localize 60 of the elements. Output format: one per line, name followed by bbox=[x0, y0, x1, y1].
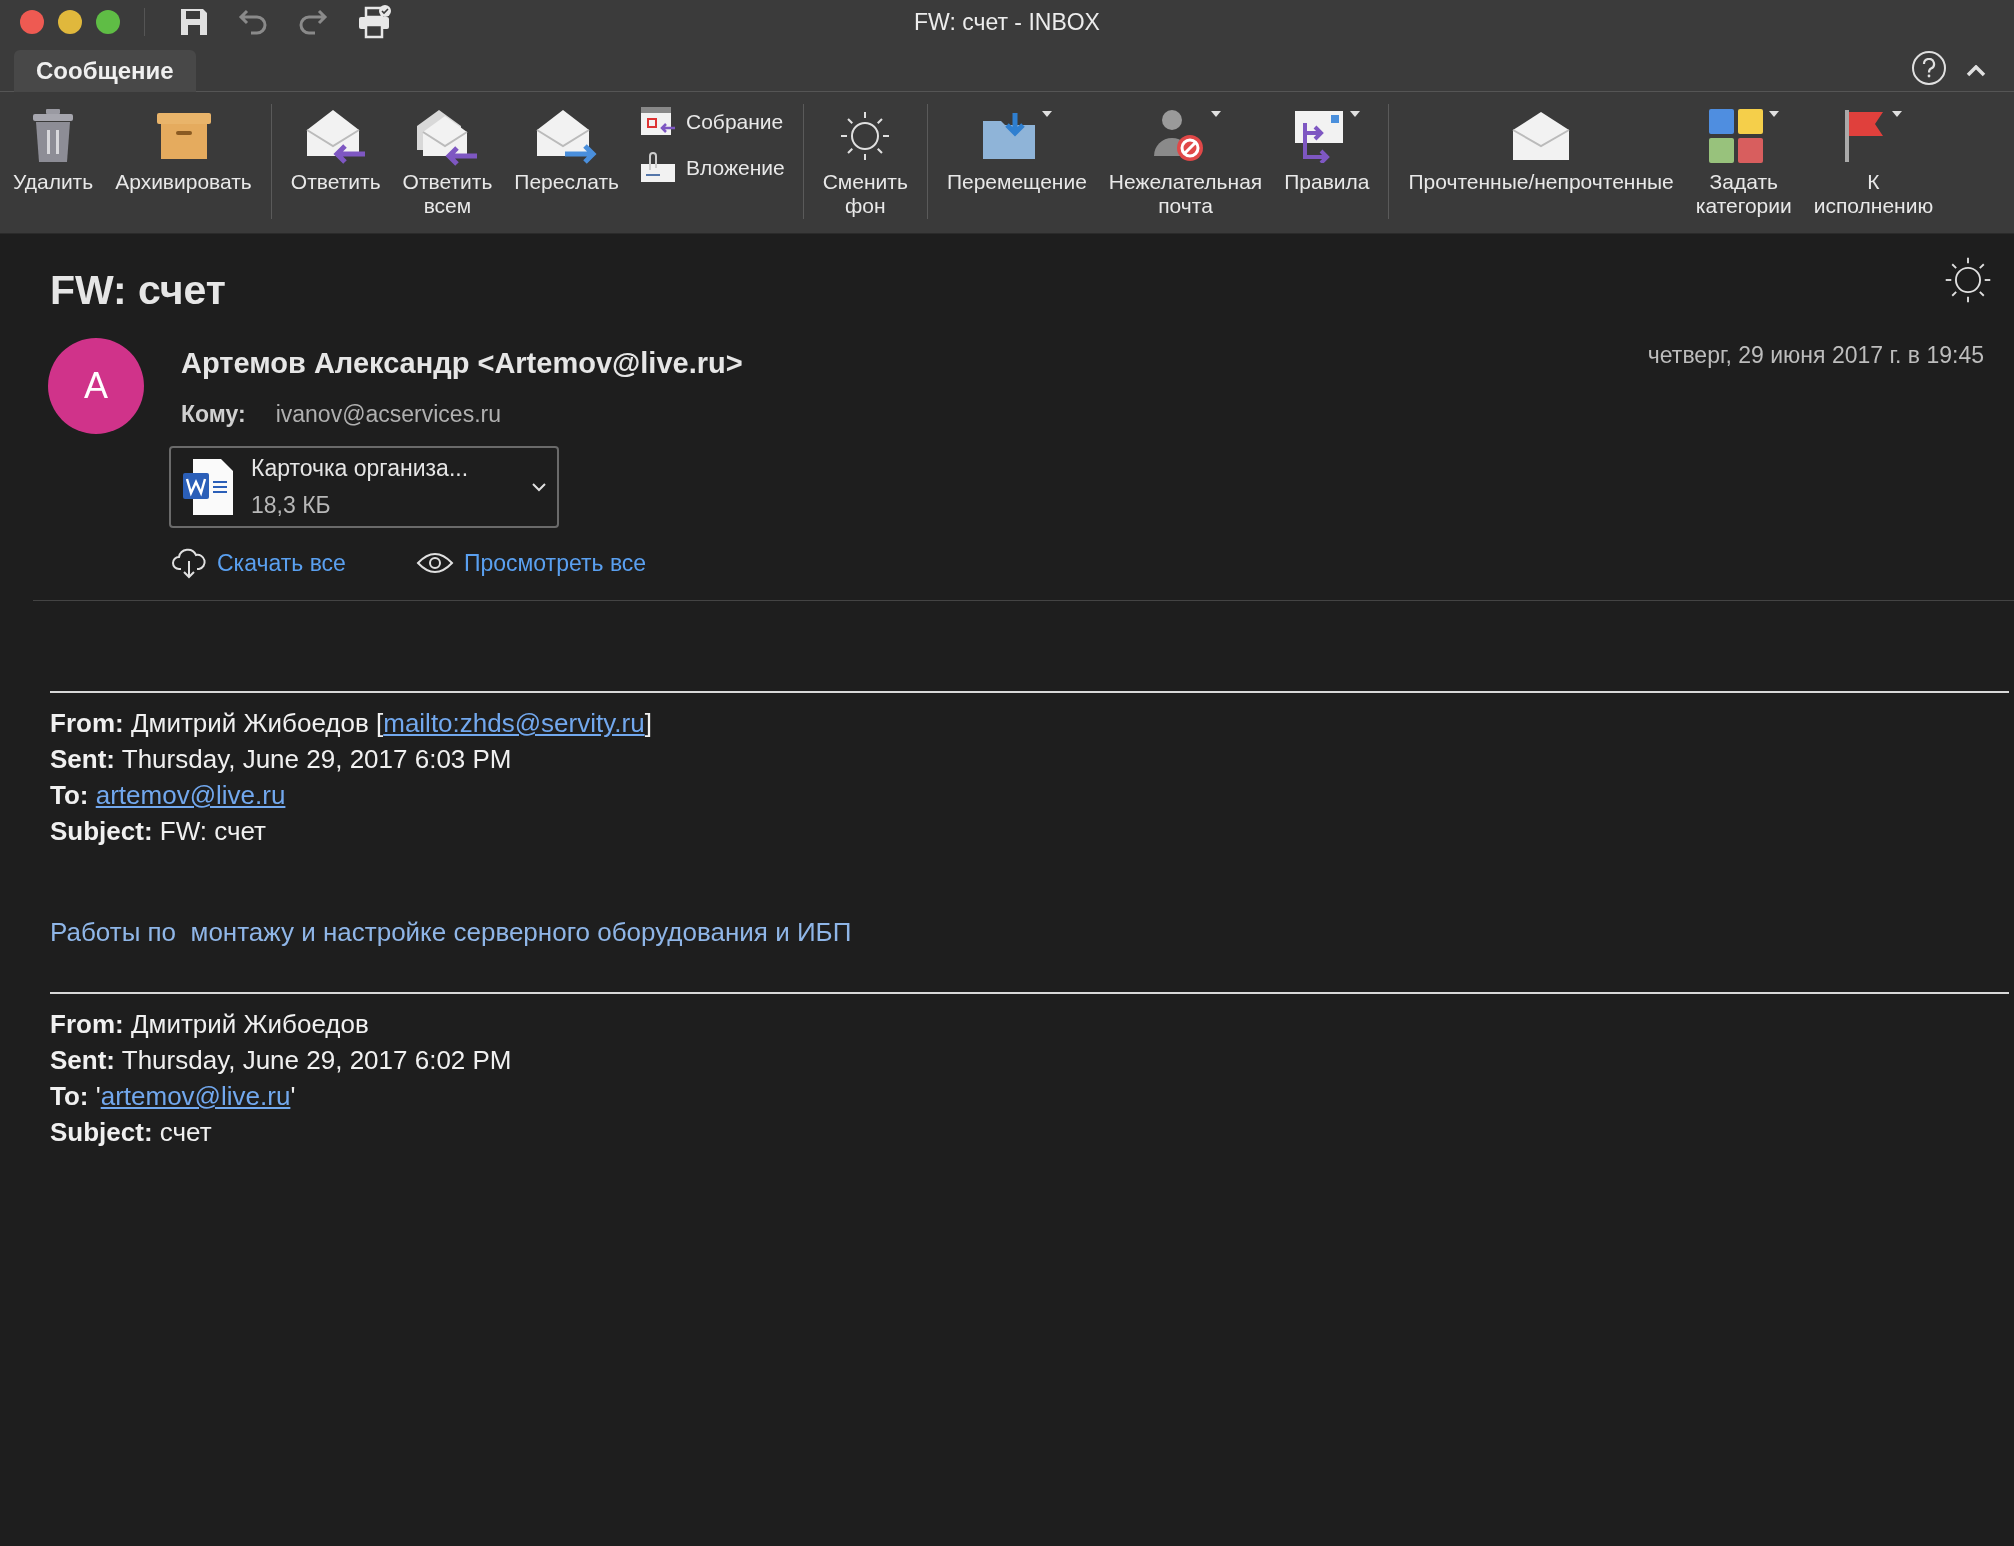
collapse-ribbon-icon[interactable] bbox=[1966, 65, 1986, 77]
ribbon-button[interactable]: Нежелательная почта bbox=[1099, 102, 1272, 233]
ribbon-button[interactable]: Перемещение bbox=[937, 102, 1096, 233]
word-document-icon bbox=[181, 456, 235, 517]
message-subject: FW: счет bbox=[50, 266, 226, 315]
color-grid-icon bbox=[1707, 108, 1764, 164]
recipient-label: Кому: bbox=[181, 400, 246, 429]
forwarded-header-line: From: Дмитрий Жибоедов [mailto:zhds@servity.ru] bbox=[50, 707, 653, 740]
help-icon[interactable] bbox=[1912, 51, 1946, 85]
ribbon-button[interactable]: Прочтенные/непрочтенные bbox=[1399, 102, 1683, 233]
zoom-button[interactable] bbox=[96, 10, 120, 34]
ribbon-button[interactable]: Задать категории bbox=[1686, 102, 1801, 233]
forwarded-header-line: To: artemov@live.ru bbox=[50, 779, 287, 812]
ribbon-button[interactable]: Переслать bbox=[505, 102, 628, 233]
chevron-down-icon bbox=[531, 481, 547, 492]
message-date: четверг, 29 июня 2017 г. в 19:45 bbox=[1647, 340, 1984, 370]
attachment-card[interactable]: Карточка организа... 18,3 КБ bbox=[169, 445, 559, 528]
forwarded-header-line: Sent: Thursday, June 29, 2017 6:03 PM bbox=[50, 743, 513, 776]
close-button[interactable] bbox=[20, 10, 44, 34]
ribbon-small-button[interactable]: Вложение bbox=[640, 152, 785, 184]
ribbon-button[interactable]: Правила bbox=[1275, 102, 1379, 233]
minimize-button[interactable] bbox=[58, 10, 82, 34]
recipient-address: ivanov@acservices.ru bbox=[275, 400, 501, 429]
forwarded-header-line: Subject: счет bbox=[50, 1116, 213, 1149]
email-link[interactable]: mailto:zhds@servity.ru bbox=[383, 708, 645, 738]
ribbon-button[interactable]: Архивировать bbox=[106, 102, 261, 233]
ribbon-button[interactable]: Удалить bbox=[4, 102, 103, 233]
forwarded-header-line: To: 'artemov@live.ru' bbox=[50, 1080, 297, 1113]
attachment-name: Карточка организа... bbox=[251, 454, 469, 483]
window-title: FW: счет - INBOX bbox=[914, 7, 1100, 37]
forwarded-header-line: Subject: FW: счет bbox=[50, 815, 267, 848]
body-paragraph: Работы по монтажу и настройке серверного оборудования и ИБП bbox=[50, 916, 853, 949]
ribbon-tab[interactable]: Сообщение bbox=[14, 50, 196, 92]
ribbon-small-button[interactable]: Собрание bbox=[640, 106, 785, 138]
calendar-icon bbox=[640, 106, 676, 138]
attachment-action-link[interactable]: Скачать все bbox=[171, 545, 346, 580]
attachment-action-link[interactable]: Просмотреть все bbox=[415, 545, 647, 580]
trash-icon bbox=[31, 108, 76, 164]
sender-name: Артемов Александр <Artemov@live.ru> bbox=[181, 345, 743, 381]
ribbon-button[interactable]: Ответить bbox=[281, 102, 390, 233]
sender-avatar: A bbox=[48, 337, 144, 434]
envelope-paperclip-icon bbox=[640, 152, 676, 184]
save-icon[interactable] bbox=[179, 7, 209, 37]
email-link[interactable]: artemov@live.ru bbox=[100, 1081, 291, 1111]
eye-icon bbox=[415, 550, 454, 575]
ribbon-button[interactable]: Ответить всем bbox=[393, 102, 502, 233]
forwarded-header-line: Sent: Thursday, June 29, 2017 6:02 PM bbox=[50, 1044, 513, 1077]
folder-arrow-icon bbox=[980, 111, 1037, 161]
print-icon[interactable] bbox=[357, 5, 393, 39]
envelope-arrows-icon bbox=[1292, 109, 1345, 163]
envelope-icon bbox=[1511, 110, 1572, 162]
forwarded-header-line: From: Дмитрий Жибоедов bbox=[50, 1008, 370, 1041]
cloud-download-icon bbox=[171, 546, 207, 579]
box-icon bbox=[155, 111, 212, 161]
ribbon-button[interactable]: К исполнению bbox=[1804, 102, 1943, 233]
attachment-size: 18,3 КБ bbox=[251, 490, 331, 520]
ribbon-button[interactable]: Сменить фон bbox=[813, 102, 917, 233]
redo-icon[interactable] bbox=[297, 9, 329, 35]
undo-icon[interactable] bbox=[237, 9, 269, 35]
email-link[interactable]: artemov@live.ru bbox=[95, 780, 286, 810]
